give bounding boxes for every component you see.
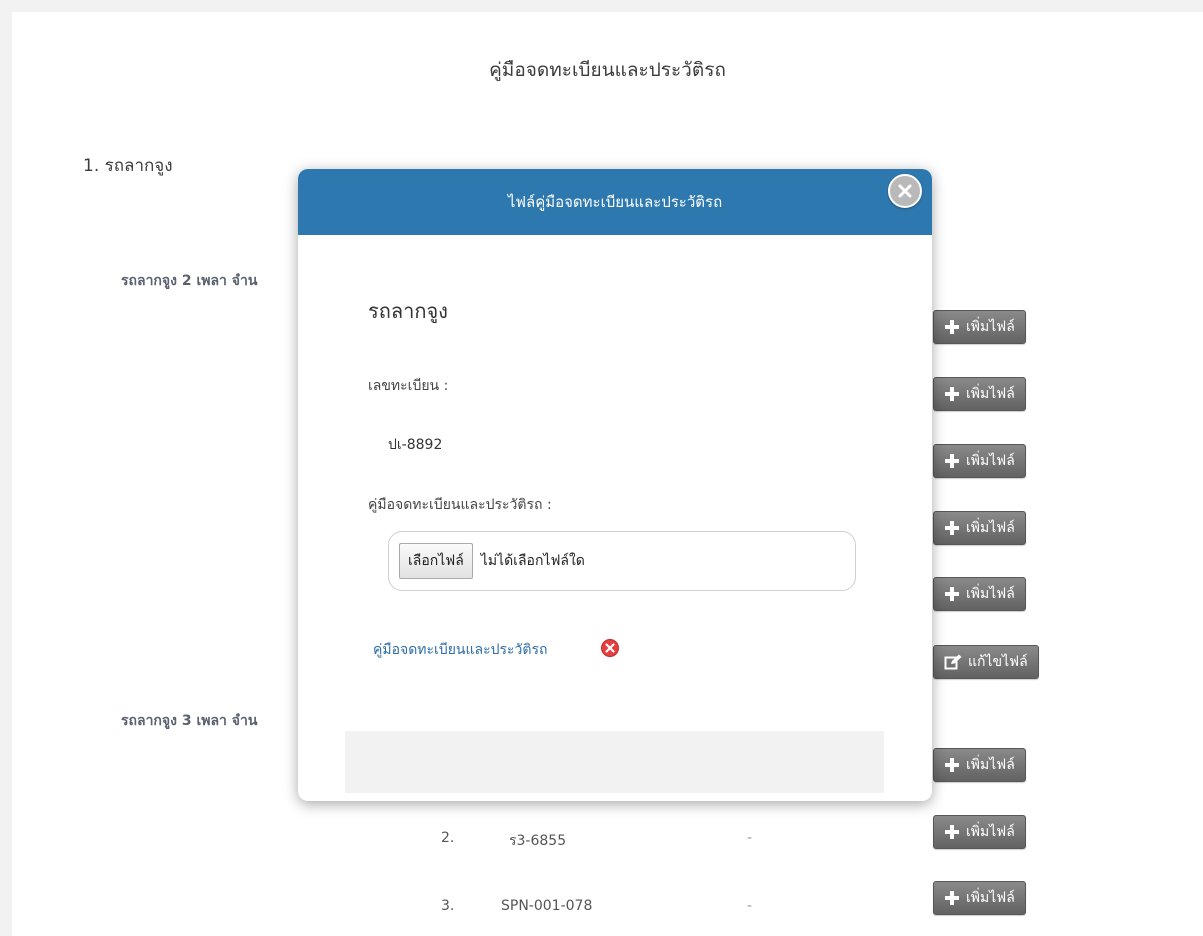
plus-icon [944,319,960,335]
file-input[interactable]: เลือกไฟล์ ไม่ได้เลือกไฟล์ใด [388,531,856,591]
group-label-3-axle: รถลากจูง 3 เพลา จำน [121,713,258,729]
row-file: - [747,830,753,846]
add-file-button[interactable]: เพิ่มไฟล์ [933,815,1026,849]
plus-icon [944,890,960,906]
add-file-label: เพิ่มไฟล์ [966,319,1015,335]
group-label-2-axle: รถลากจูง 2 เพลา จำน [121,273,258,289]
plus-icon [944,386,960,402]
add-file-label: เพิ่มไฟล์ [966,586,1015,602]
choose-file-button[interactable]: เลือกไฟล์ [399,543,473,579]
plus-icon [944,824,960,840]
add-file-label: เพิ่มไฟล์ [966,520,1015,536]
section-title: 1. รถลากจูง [83,156,173,176]
add-file-button[interactable]: เพิ่มไฟล์ [933,881,1026,915]
plate-value: ปเ-8892 [388,437,443,453]
add-file-label: เพิ่มไฟล์ [966,824,1015,840]
modal-header: ไฟล์คู่มือจดทะเบียนและประวัติรถ [298,169,932,235]
edit-icon [944,654,962,670]
add-file-button[interactable]: เพิ่มไฟล์ [933,748,1026,782]
add-file-label: เพิ่มไฟล์ [966,453,1015,469]
modal-header-title: ไฟล์คู่มือจดทะเบียนและประวัติรถ [507,193,723,211]
delete-circle-icon[interactable] [601,639,619,657]
plus-icon [944,520,960,536]
add-file-label: เพิ่มไฟล์ [966,386,1015,402]
file-status: ไม่ได้เลือกไฟล์ใด [480,553,585,569]
row-plate: SPN-001-078 [501,898,593,914]
row-number: 3. [441,898,455,914]
plus-icon [944,453,960,469]
row-number: 2. [441,830,455,846]
add-file-button[interactable]: เพิ่มไฟล์ [933,511,1026,545]
edit-file-button[interactable]: แก้ไขไฟล์ [933,645,1039,679]
add-file-button[interactable]: เพิ่มไฟล์ [933,444,1026,478]
file-modal: ไฟล์คู่มือจดทะเบียนและประวัติรถ รถลากจูง… [298,169,932,801]
modal-title: รถลากจูง [368,299,448,323]
plus-icon [944,586,960,602]
add-file-label: เพิ่มไฟล์ [966,757,1015,773]
add-file-label: เพิ่มไฟล์ [966,890,1015,906]
row-file: - [747,898,753,914]
edit-file-label: แก้ไขไฟล์ [968,654,1028,670]
page-title: คู่มือจดทะเบียนและประวัติรถ [489,59,726,81]
file-label: คู่มือจดทะเบียนและประวัติรถ : [368,497,552,513]
row-plate: ร3-6855 [509,833,567,849]
close-circle-icon[interactable] [888,174,922,208]
modal-footer [345,731,884,793]
add-file-button[interactable]: เพิ่มไฟล์ [933,310,1026,344]
file-link[interactable]: คู่มือจดทะเบียนและประวัติรถ [373,639,548,661]
plus-icon [944,757,960,773]
add-file-button[interactable]: เพิ่มไฟล์ [933,377,1026,411]
plate-label: เลขทะเบียน : [368,378,449,394]
add-file-button[interactable]: เพิ่มไฟล์ [933,577,1026,611]
